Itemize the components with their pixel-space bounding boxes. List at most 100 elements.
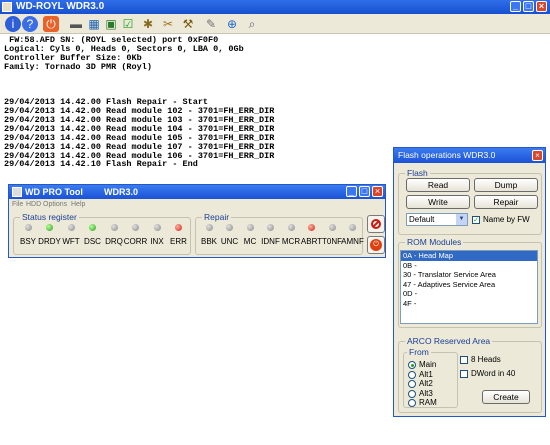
name-by-fw-checkbox[interactable]: ✓ [472,216,480,224]
from-radio-0[interactable] [408,361,416,369]
chevron-down-icon[interactable]: ▼ [456,214,467,225]
search-icon[interactable]: ⌕ [244,16,260,32]
toolbar: i ? ⏻ ▬ ▦ ▣ ☑ ✱ ✂ ⚒ ✎ ⊕ ⌕ [0,14,550,34]
rom-module-item[interactable]: 47 - Adaptives Service Area [401,280,537,290]
from-radio-label: Alt3 [419,388,433,398]
menu-options[interactable]: Options [43,199,67,210]
cancel-button[interactable] [367,215,385,233]
led-err [175,224,182,231]
led-abrt [308,224,315,231]
chip-icon[interactable]: ▣ [103,16,119,32]
close-button[interactable]: × [536,1,547,12]
repair-button[interactable]: Repair [474,195,538,209]
rom-modules-list[interactable]: 0A - Head Map 0B -30 - Translator Service… [400,250,538,324]
led-label-err: ERR [170,237,187,246]
from-radio-label: Alt2 [419,379,433,389]
led-t0nf [328,224,336,231]
rom-module-item[interactable]: 30 - Translator Service Area [401,270,537,280]
eight-heads-label: 8 Heads [471,355,501,364]
zoom-icon[interactable]: ⊕ [224,16,240,32]
name-by-fw-label: Name by FW [483,215,530,224]
status-register-label: Status register [20,211,79,223]
pro-tool-menu-bar: File HDD Options Help [9,199,385,210]
led-label-dsc: DSC [84,237,101,246]
maximize-button[interactable]: □ [523,1,534,12]
status-register-group: Status register BSY DRDY WFT DSC DRQ CORR INX E… [13,211,191,255]
led-label-inx: INX [150,237,164,246]
menu-hdd[interactable]: HDD [26,199,41,210]
log-output: FW:58.AFD SN: (ROYL selected) port 0xF0F… [4,36,274,169]
profile-select-value: Default [409,215,435,224]
pro-tool-title: WD PRO Tool [25,187,83,197]
rom-module-item[interactable]: 0D - [401,289,537,299]
no-entry-icon [371,219,381,229]
flash-dialog-title-bar: Flash operations WDR3.0 × [394,148,545,163]
pro-close-button[interactable]: × [372,186,383,197]
rom-modules-label: ROM Modules [405,236,464,248]
create-button[interactable]: Create [482,390,530,404]
rom-module-item[interactable]: 4F - [401,299,537,309]
led-bbk [205,224,213,231]
pro-tool-icon [12,187,22,197]
led-bsy [24,224,32,231]
main-window-title: WD-ROYL WDR3.0 [16,1,105,12]
from-radio-label: Alt1 [419,369,433,379]
led-label-abrt: ABRT [300,237,323,246]
dump-button[interactable]: Dump [474,178,538,192]
rom-module-item[interactable]: 0B - [401,261,537,271]
main-title-bar: WD-ROYL WDR3.0 _ □ × [0,0,550,14]
led-unc [226,224,233,231]
tools-icon[interactable]: ✂ [160,16,176,32]
led-drq [110,224,118,231]
repair-group: Repair BBK UNC MC IDNF MCR ABRT T0NF AMNF [195,211,364,255]
led-corr [132,224,139,231]
menu-help[interactable]: Help [71,199,85,210]
drive-icon[interactable]: ▬ [68,16,84,32]
led-drdy [46,224,53,231]
log-line: Family: Tornado 3D PMR (Royl) [4,61,152,72]
led-label-drq: DRQ [105,237,123,246]
app-icon [2,2,12,12]
from-radio-label: Main [419,360,437,369]
settings-icon[interactable]: ✱ [140,16,156,32]
dword-in-40-label: DWord in 40 [471,369,516,378]
rom-module-item[interactable]: 0A - Head Map [401,251,537,261]
power-icon: ⏻ [370,239,382,251]
check-icon[interactable]: ☑ [120,16,136,32]
write-button[interactable]: Write [406,195,470,209]
profile-select[interactable]: Default ▼ [406,213,468,226]
flash-close-button[interactable]: × [532,150,543,161]
hammer-icon[interactable]: ⚒ [180,16,196,32]
led-label-wft: WFT [62,237,80,246]
led-mc [246,224,254,231]
flash-dialog-title: Flash operations WDR3.0 [398,150,496,160]
pro-maximize-button[interactable]: □ [359,186,370,197]
led-label-amnf: AMNF [341,237,364,246]
from-radio-1[interactable] [408,370,416,379]
pro-minimize-button[interactable]: _ [346,186,357,197]
menu-file[interactable]: File [12,199,23,210]
led-wft [67,224,75,231]
flash-operations-dialog: Flash operations WDR3.0 × Flash Read Dum… [393,147,546,417]
repair-icon[interactable]: ✎ [203,16,219,32]
stop-icon[interactable]: ⏻ [43,16,59,32]
read-button[interactable]: Read [406,178,470,192]
led-inx [153,224,161,231]
wd-pro-tool-window: WD PRO Tool WDR3.0 _ □ × File HDD Option… [8,184,386,258]
power-button[interactable]: ⏻ [367,236,385,254]
led-label-unc: UNC [220,237,239,246]
from-radio-3[interactable] [408,389,416,398]
led-amnf [349,224,356,231]
eight-heads-checkbox[interactable] [460,356,468,364]
from-label: From [407,346,431,358]
table-icon[interactable]: ▦ [86,16,102,32]
info-icon[interactable]: i [5,16,21,32]
led-label-drdy: DRDY [38,237,61,246]
minimize-button[interactable]: _ [510,1,521,12]
help-icon[interactable]: ? [22,16,38,32]
dword-in-40-checkbox[interactable] [460,370,468,378]
led-label-mc: MC [243,237,257,246]
pro-tool-subtitle: WDR3.0 [104,187,139,197]
led-dsc [89,224,96,231]
